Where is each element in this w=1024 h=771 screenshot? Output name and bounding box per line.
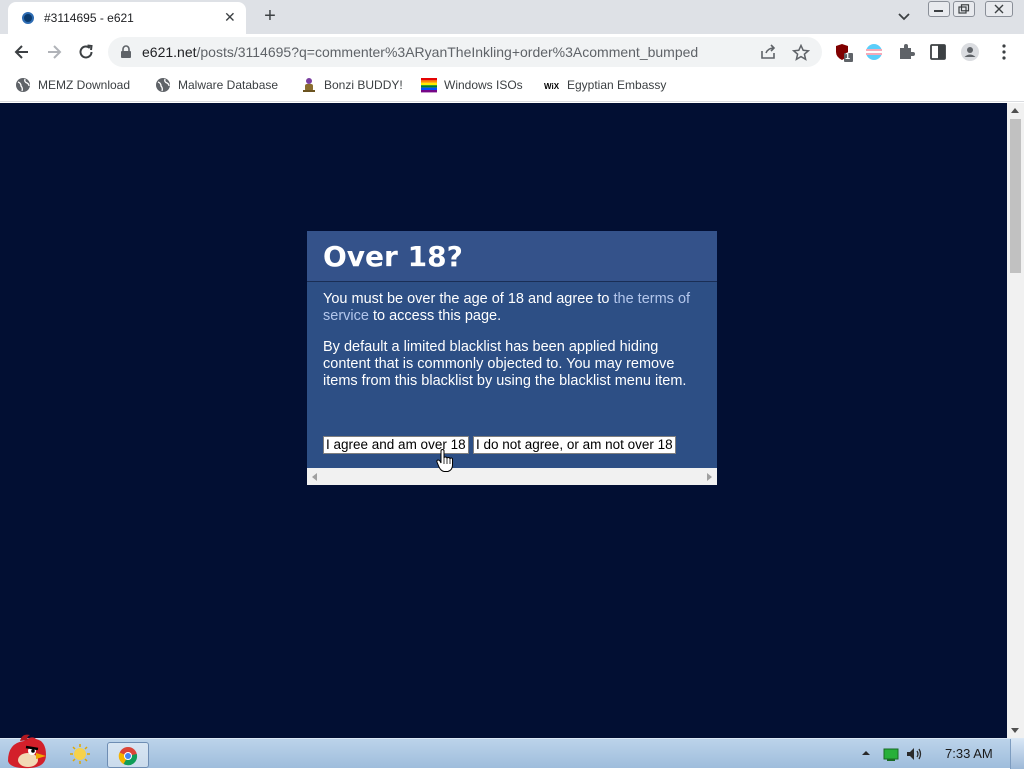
scroll-right-arrow-icon[interactable] <box>707 473 712 481</box>
tab-active[interactable]: #3114695 - e621 ✕ <box>8 2 246 34</box>
scroll-left-arrow-icon[interactable] <box>312 473 317 481</box>
chrome-icon <box>118 747 138 766</box>
vertical-scrollbar[interactable] <box>1007 103 1024 738</box>
tab-title: #3114695 - e621 <box>44 11 134 25</box>
bookmark-bonzi-buddy[interactable]: Bonzi BUDDY! <box>301 77 403 95</box>
hand-cursor-icon <box>436 449 453 472</box>
e621-favicon-icon <box>22 12 34 24</box>
volume-icon[interactable] <box>906 746 924 762</box>
svg-text:WiX: WiX <box>544 82 560 91</box>
extension-badge: 1 <box>845 51 851 61</box>
start-button-angry-bird-icon[interactable] <box>2 731 50 769</box>
ublock-extension-icon[interactable]: 1 <box>834 42 854 62</box>
share-icon[interactable] <box>760 44 778 60</box>
bookmark-star-icon[interactable] <box>792 44 810 62</box>
folder-icon <box>70 744 90 764</box>
disagree-button[interactable]: I do not agree, or am not over 18 <box>473 436 676 454</box>
lock-icon[interactable] <box>120 45 132 59</box>
bookmarks-bar: MEMZ Download Malware Database Bonzi BUD… <box>0 70 1024 102</box>
scroll-up-arrow-icon[interactable] <box>1011 108 1019 113</box>
side-panel-icon[interactable] <box>928 42 948 62</box>
reload-icon[interactable] <box>76 42 96 62</box>
terms-text-after: to access this page. <box>368 308 502 324</box>
taskbar: 7:33 AM <box>0 734 1024 769</box>
wix-icon: WiX <box>544 82 560 91</box>
blacklist-paragraph: By default a limited blacklist has been … <box>323 339 687 389</box>
dialog-header: Over 18? <box>307 231 717 282</box>
minimize-button[interactable] <box>928 1 950 17</box>
show-hidden-icons-arrow-icon[interactable] <box>860 746 872 760</box>
close-window-button[interactable] <box>985 1 1013 17</box>
address-bar[interactable]: e621.net/posts/3114695?q=commenter%3ARya… <box>108 37 822 67</box>
url-text: e621.net/posts/3114695?q=commenter%3ARya… <box>142 44 698 60</box>
globe-icon <box>16 78 30 92</box>
back-arrow-icon[interactable] <box>12 42 32 62</box>
bookmark-memz-download[interactable]: MEMZ Download <box>15 77 130 95</box>
tab-close-icon[interactable]: ✕ <box>224 9 236 25</box>
new-tab-button[interactable]: + <box>258 5 282 27</box>
dialog-body: You must be over the age of 18 and agree… <box>323 291 703 404</box>
trans-flag-extension-icon[interactable] <box>864 42 884 62</box>
chrome-taskbar-item[interactable] <box>107 742 149 768</box>
bookmark-egyptian-embassy[interactable]: WiX Egyptian Embassy <box>544 77 666 95</box>
dialog-title: Over 18? <box>323 240 463 273</box>
bookmark-windows-isos[interactable]: Windows ISOs <box>421 77 523 95</box>
tab-strip: #3114695 - e621 ✕ + <box>0 0 1024 34</box>
globe-icon <box>156 78 170 92</box>
bonzi-icon <box>303 78 315 92</box>
rainbow-flag-icon <box>421 78 437 93</box>
scroll-down-arrow-icon[interactable] <box>1011 728 1019 733</box>
show-desktop-button[interactable] <box>1010 739 1024 769</box>
url-path: /posts/3114695?q=commenter%3ARyanTheInkl… <box>196 44 699 60</box>
explorer-taskbar-item[interactable] <box>68 742 92 768</box>
url-host: e621.net <box>142 44 197 60</box>
network-icon[interactable] <box>883 746 899 762</box>
terms-text-before: You must be over the age of 18 and agree… <box>323 291 614 307</box>
taskbar-clock[interactable]: 7:33 AM <box>945 746 993 761</box>
page-content: Over 18? You must be over the age of 18 … <box>0 103 1007 738</box>
horizontal-scrollbar[interactable] <box>307 468 717 485</box>
browser-toolbar: e621.net/posts/3114695?q=commenter%3ARya… <box>0 34 1024 70</box>
bookmark-malware-database[interactable]: Malware Database <box>155 77 278 95</box>
restore-button[interactable] <box>953 1 975 17</box>
terms-paragraph: You must be over the age of 18 and agree… <box>323 291 703 325</box>
extensions-puzzle-icon[interactable] <box>896 42 916 62</box>
menu-kebab-icon[interactable] <box>994 42 1014 62</box>
scroll-thumb[interactable] <box>1010 119 1021 273</box>
age-gate-dialog: Over 18? You must be over the age of 18 … <box>307 231 717 485</box>
tab-search-chevron-icon[interactable] <box>895 8 913 26</box>
forward-arrow-icon[interactable] <box>44 42 64 62</box>
profile-avatar-icon[interactable] <box>960 42 980 62</box>
